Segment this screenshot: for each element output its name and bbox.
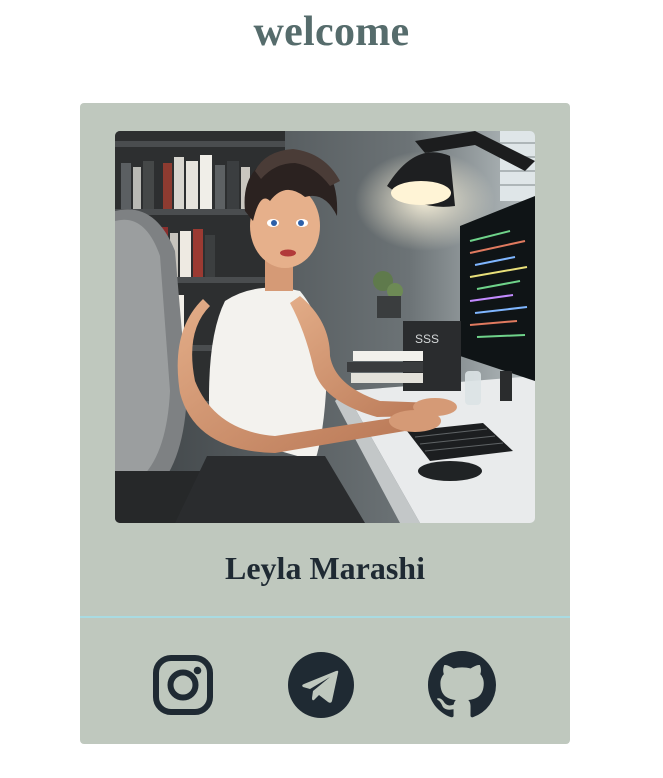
svg-text:SSS: SSS xyxy=(415,332,439,346)
profile-card: SSS Leyla Marashi xyxy=(80,103,570,744)
profile-photo: SSS xyxy=(115,131,535,523)
github-icon xyxy=(428,651,496,718)
telegram-icon xyxy=(288,652,354,718)
card-divider xyxy=(80,616,570,618)
telegram-link[interactable] xyxy=(286,650,356,720)
github-link[interactable] xyxy=(427,650,497,720)
instagram-icon xyxy=(153,655,213,715)
profile-name: Leyla Marashi xyxy=(225,550,425,586)
page-title: welcome xyxy=(253,9,410,55)
instagram-link[interactable] xyxy=(148,650,218,720)
